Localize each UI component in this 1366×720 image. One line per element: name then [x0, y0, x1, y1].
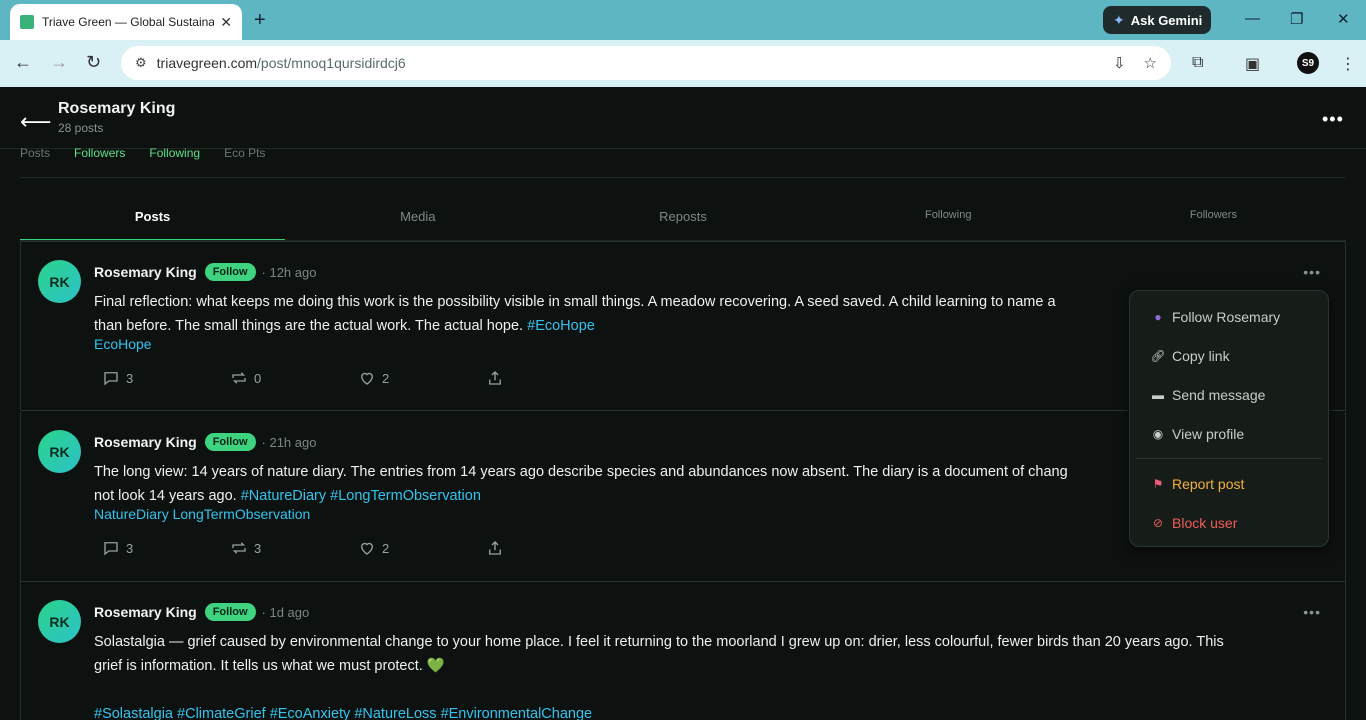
browser-tab-strip: Triave Green — Global Sustaina ✕ + ✦ Ask…	[0, 0, 1366, 40]
reload-icon[interactable]: ↻	[86, 52, 101, 73]
address-bar[interactable]: ⚙ triavegreen.com/post/mnoq1qursidirdcj6…	[121, 46, 1171, 80]
divider	[20, 177, 1346, 178]
like-button[interactable]: 2	[358, 369, 486, 387]
link-icon: 🔗︎	[1150, 348, 1166, 363]
tab-title: Triave Green — Global Sustaina	[42, 15, 215, 29]
author-name[interactable]: Rosemary King	[94, 604, 197, 620]
ask-gemini-button[interactable]: ✦ Ask Gemini	[1103, 6, 1211, 34]
stat-followers[interactable]: Followers	[74, 146, 125, 160]
tab-reposts[interactable]: Reposts	[550, 197, 815, 241]
profile-avatar[interactable]: S9	[1297, 52, 1319, 74]
repost-icon	[232, 542, 246, 554]
profile-tabs: Posts Media Reposts Following Followers	[20, 197, 1346, 241]
flag-icon: ⚑	[1152, 476, 1164, 491]
share-button[interactable]	[486, 369, 614, 387]
stat-eco-pts[interactable]: Eco Pts	[224, 146, 265, 160]
new-tab-icon[interactable]: +	[254, 9, 266, 32]
site-favicon-icon	[20, 15, 34, 29]
profile-stats: Posts Followers Following Eco Pts	[20, 146, 265, 160]
hashtag-link[interactable]: #NatureDiary #LongTermObservation	[241, 488, 481, 504]
post-more-icon[interactable]: •••	[1303, 264, 1321, 280]
stat-following[interactable]: Following	[149, 146, 200, 160]
tag-list[interactable]: EcoHope	[94, 336, 152, 352]
repost-icon	[232, 372, 246, 384]
post-actions: 3 0 2	[102, 369, 614, 387]
stat-posts[interactable]: Posts	[20, 146, 50, 160]
minimize-icon[interactable]: —	[1245, 10, 1260, 27]
repost-button[interactable]: 0	[230, 369, 358, 387]
more-options-icon[interactable]: •••	[1322, 109, 1344, 130]
close-window-icon[interactable]: ✕	[1337, 10, 1350, 28]
tab-media[interactable]: Media	[285, 197, 550, 241]
post-time: · 1d ago	[261, 604, 310, 620]
hashtag-link[interactable]: #EcoHope	[527, 318, 595, 334]
share-icon	[489, 541, 501, 555]
menu-send-message[interactable]: ▬ Send message	[1130, 375, 1328, 414]
gemini-icon: ✦	[1113, 11, 1125, 28]
tab-following[interactable]: Following	[816, 197, 1081, 241]
site-info-icon[interactable]: ⚙	[135, 55, 147, 71]
bookmark-star-icon[interactable]: ☆	[1144, 54, 1157, 72]
person-icon: ●	[1154, 309, 1162, 324]
follow-button[interactable]: Follow	[204, 603, 256, 621]
comment-button[interactable]: 3	[102, 369, 230, 387]
author-name[interactable]: Rosemary King	[94, 264, 197, 280]
hashtag-link[interactable]: #Solastalgia #ClimateGrief #EcoAnxiety #…	[94, 702, 1314, 720]
block-icon: ⊘	[1152, 515, 1164, 530]
post-time: · 12h ago	[261, 264, 317, 280]
repost-button[interactable]: 3	[230, 539, 358, 557]
menu-follow[interactable]: ● Follow Rosemary	[1130, 297, 1328, 336]
post-text: Solastalgia — grief caused by environmen…	[94, 630, 1314, 720]
share-icon	[489, 371, 501, 385]
profile-name: Rosemary King	[58, 100, 176, 117]
tab-posts[interactable]: Posts	[20, 197, 286, 241]
menu-report-post[interactable]: ⚑ Report post	[1130, 464, 1328, 503]
post-more-icon[interactable]: •••	[1303, 604, 1321, 620]
browser-tab[interactable]: Triave Green — Global Sustaina ✕	[10, 4, 242, 40]
comment-icon	[104, 542, 118, 556]
follow-button[interactable]: Follow	[204, 263, 256, 281]
post-count: 28 posts	[58, 121, 104, 135]
menu-divider	[1136, 458, 1322, 459]
menu-block-user[interactable]: ⊘ Block user	[1130, 503, 1328, 542]
follow-button[interactable]: Follow	[204, 433, 256, 451]
speech-bubble-icon: ▬	[1152, 387, 1164, 402]
back-arrow-icon[interactable]: ⟵	[20, 109, 52, 135]
restore-icon[interactable]: ❐	[1290, 10, 1303, 28]
post-card: RK Rosemary King Follow · 1d ago ••• Sol…	[20, 582, 1346, 720]
avatar[interactable]: RK	[38, 430, 81, 473]
heart-icon	[361, 542, 373, 555]
author-name[interactable]: Rosemary King	[94, 434, 197, 450]
post-time: · 21h ago	[261, 434, 317, 450]
forward-arrow-icon[interactable]: →	[50, 52, 68, 73]
heart-icon	[361, 372, 373, 385]
like-button[interactable]: 2	[358, 539, 486, 557]
back-arrow-icon[interactable]: ←	[14, 52, 32, 73]
close-tab-icon[interactable]: ✕	[220, 14, 232, 31]
share-button[interactable]	[486, 539, 614, 557]
extensions-icon[interactable]: ⧉	[1192, 54, 1203, 72]
eye-icon: ◉	[1152, 426, 1164, 441]
tag-list[interactable]: NatureDiary LongTermObservation	[94, 506, 310, 522]
url-text: triavegreen.com/post/mnoq1qursidirdcj6	[156, 55, 406, 71]
tab-search-icon[interactable]: ▣	[1245, 54, 1260, 74]
install-app-icon[interactable]: ⇩	[1113, 54, 1126, 72]
post-actions: 3 3 2	[102, 539, 614, 557]
avatar[interactable]: RK	[38, 600, 81, 643]
tab-followers[interactable]: Followers	[1081, 197, 1346, 241]
browser-menu-icon[interactable]: ⋮	[1340, 54, 1356, 74]
menu-copy-link[interactable]: 🔗︎ Copy link	[1130, 336, 1328, 375]
avatar[interactable]: RK	[38, 260, 81, 303]
comment-button[interactable]: 3	[102, 539, 230, 557]
post-options-menu: ● Follow Rosemary 🔗︎ Copy link ▬ Send me…	[1129, 290, 1329, 547]
menu-view-profile[interactable]: ◉ View profile	[1130, 414, 1328, 453]
ask-gemini-label: Ask Gemini	[1130, 12, 1203, 28]
comment-icon	[104, 372, 118, 386]
